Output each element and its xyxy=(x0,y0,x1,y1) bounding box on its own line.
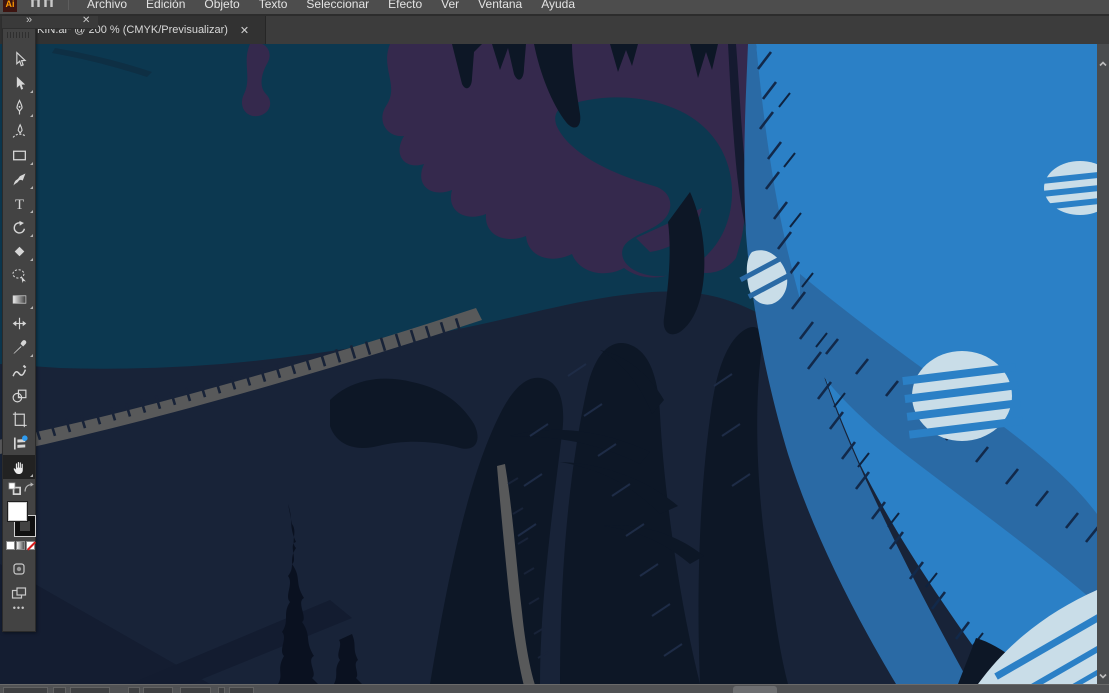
status-bar-widget[interactable] xyxy=(53,687,66,693)
flyout-triangle xyxy=(30,162,33,165)
menu-item-ventana[interactable]: Ventana xyxy=(478,0,522,11)
panel-collapse-icon[interactable]: » xyxy=(26,14,31,26)
menu-items: Archivo Edición Objeto Texto Seleccionar Efec… xyxy=(87,0,575,11)
bridge-icon[interactable] xyxy=(30,0,56,13)
app-icon[interactable]: Ai xyxy=(3,0,17,12)
graph-tool-icon xyxy=(11,435,28,452)
menu-item-seleccionar[interactable]: Seleccionar xyxy=(306,0,369,11)
status-bar-widget[interactable] xyxy=(70,687,110,693)
curvature-tool-icon xyxy=(11,123,28,140)
tool-gradient[interactable] xyxy=(3,287,35,311)
tool-rectangle[interactable] xyxy=(3,143,35,167)
rectangle-tool-icon xyxy=(11,147,28,164)
tool-paintbrush[interactable] xyxy=(3,167,35,191)
flyout-triangle xyxy=(30,186,33,189)
tools-panel: » ✕ T xyxy=(2,16,36,632)
selection-tool-icon xyxy=(11,51,28,68)
flyout-triangle xyxy=(30,258,33,261)
status-bar-widget[interactable] xyxy=(229,687,254,693)
flyout-triangle xyxy=(30,90,33,93)
chevron-up-icon[interactable] xyxy=(1098,56,1108,66)
tool-eyedropper[interactable] xyxy=(3,335,35,359)
default-fill-stroke-button[interactable] xyxy=(7,481,22,501)
menu-item-texto[interactable]: Texto xyxy=(259,0,288,11)
tool-hand[interactable] xyxy=(3,455,35,479)
eyedropper-tool-icon xyxy=(11,339,28,356)
panel-grip[interactable] xyxy=(7,32,31,38)
rotate-tool-icon xyxy=(11,219,28,236)
menu-item-objeto[interactable]: Objeto xyxy=(204,0,239,11)
menubar-divider xyxy=(68,0,69,10)
eraser-tool-icon xyxy=(11,243,28,260)
status-bar-widget[interactable] xyxy=(218,687,225,693)
flyout-triangle xyxy=(30,474,33,477)
none-button[interactable] xyxy=(26,541,35,550)
lasso-tool-icon xyxy=(11,267,28,284)
status-bar xyxy=(0,684,1109,693)
menu-item-ayuda[interactable]: Ayuda xyxy=(541,0,575,11)
artwork-illustration xyxy=(0,44,1097,684)
tab-close-icon[interactable]: ✕ xyxy=(240,24,249,37)
tools-list: T xyxy=(3,47,35,479)
screen-mode-button[interactable] xyxy=(11,585,27,601)
menu-item-efecto[interactable]: Efecto xyxy=(388,0,422,11)
tool-width[interactable] xyxy=(3,311,35,335)
canvas-viewport[interactable] xyxy=(0,44,1097,684)
menu-item-ver[interactable]: Ver xyxy=(441,0,459,11)
paintbrush-tool-icon xyxy=(11,171,28,188)
chevron-down-icon[interactable] xyxy=(1098,668,1108,678)
flyout-triangle xyxy=(30,234,33,237)
illustrator-window: Ai Archivo Edición Objeto Texto Seleccionar E… xyxy=(0,0,1109,693)
hand-tool-icon xyxy=(11,459,28,476)
flyout-triangle xyxy=(30,114,33,117)
artboard-tool-icon xyxy=(11,411,28,428)
drawing-mode-button[interactable] xyxy=(11,561,27,577)
menu-bar: Ai Archivo Edición Objeto Texto Seleccionar E… xyxy=(0,0,1109,16)
edit-toolbar-ellipsis[interactable]: ••• xyxy=(3,603,35,613)
type-tool-icon: T xyxy=(11,195,28,212)
flyout-triangle xyxy=(30,306,33,309)
panel-close-icon[interactable]: ✕ xyxy=(82,15,90,26)
width-tool-icon xyxy=(11,315,28,332)
menu-item-edicion[interactable]: Edición xyxy=(146,0,185,11)
status-bar-widget[interactable] xyxy=(3,687,48,693)
tool-graph[interactable] xyxy=(3,431,35,455)
tool-shaper[interactable] xyxy=(3,359,35,383)
direct-selection-tool-icon xyxy=(11,75,28,92)
status-bar-widget[interactable] xyxy=(180,687,211,693)
tool-artboard[interactable] xyxy=(3,407,35,431)
tools-panel-header[interactable]: » ✕ xyxy=(2,16,98,29)
flyout-triangle xyxy=(30,354,33,357)
document-tab-bar: KIN.ai* @ 200 % (CMYK/Previsualizar) ✕ xyxy=(0,16,1109,44)
status-bar-widget[interactable] xyxy=(143,687,173,693)
tool-lasso[interactable] xyxy=(3,263,35,287)
shaper-tool-icon xyxy=(11,363,28,380)
pen-tool-icon xyxy=(11,99,28,116)
tool-shape-builder[interactable] xyxy=(3,383,35,407)
vertical-scrollbar[interactable] xyxy=(1097,44,1109,684)
flyout-triangle xyxy=(30,210,33,213)
color-button[interactable] xyxy=(6,541,15,550)
horizontal-scrollbar-thumb[interactable] xyxy=(733,686,777,693)
fill-color-swatch[interactable] xyxy=(7,501,28,522)
gradient-tool-icon xyxy=(11,291,28,308)
tool-direct-selection[interactable] xyxy=(3,71,35,95)
tool-selection[interactable] xyxy=(3,47,35,71)
swap-fill-stroke-icon[interactable] xyxy=(22,481,36,500)
tool-type[interactable]: T xyxy=(3,191,35,215)
tool-pen[interactable] xyxy=(3,95,35,119)
menu-item-archivo[interactable]: Archivo xyxy=(87,0,127,11)
status-bar-widget[interactable] xyxy=(128,687,140,693)
gradient-button[interactable] xyxy=(16,541,25,550)
tool-curvature[interactable] xyxy=(3,119,35,143)
tool-rotate[interactable] xyxy=(3,215,35,239)
tool-eraser[interactable] xyxy=(3,239,35,263)
svg-text:T: T xyxy=(14,196,23,211)
shape-builder-tool-icon xyxy=(11,387,28,404)
